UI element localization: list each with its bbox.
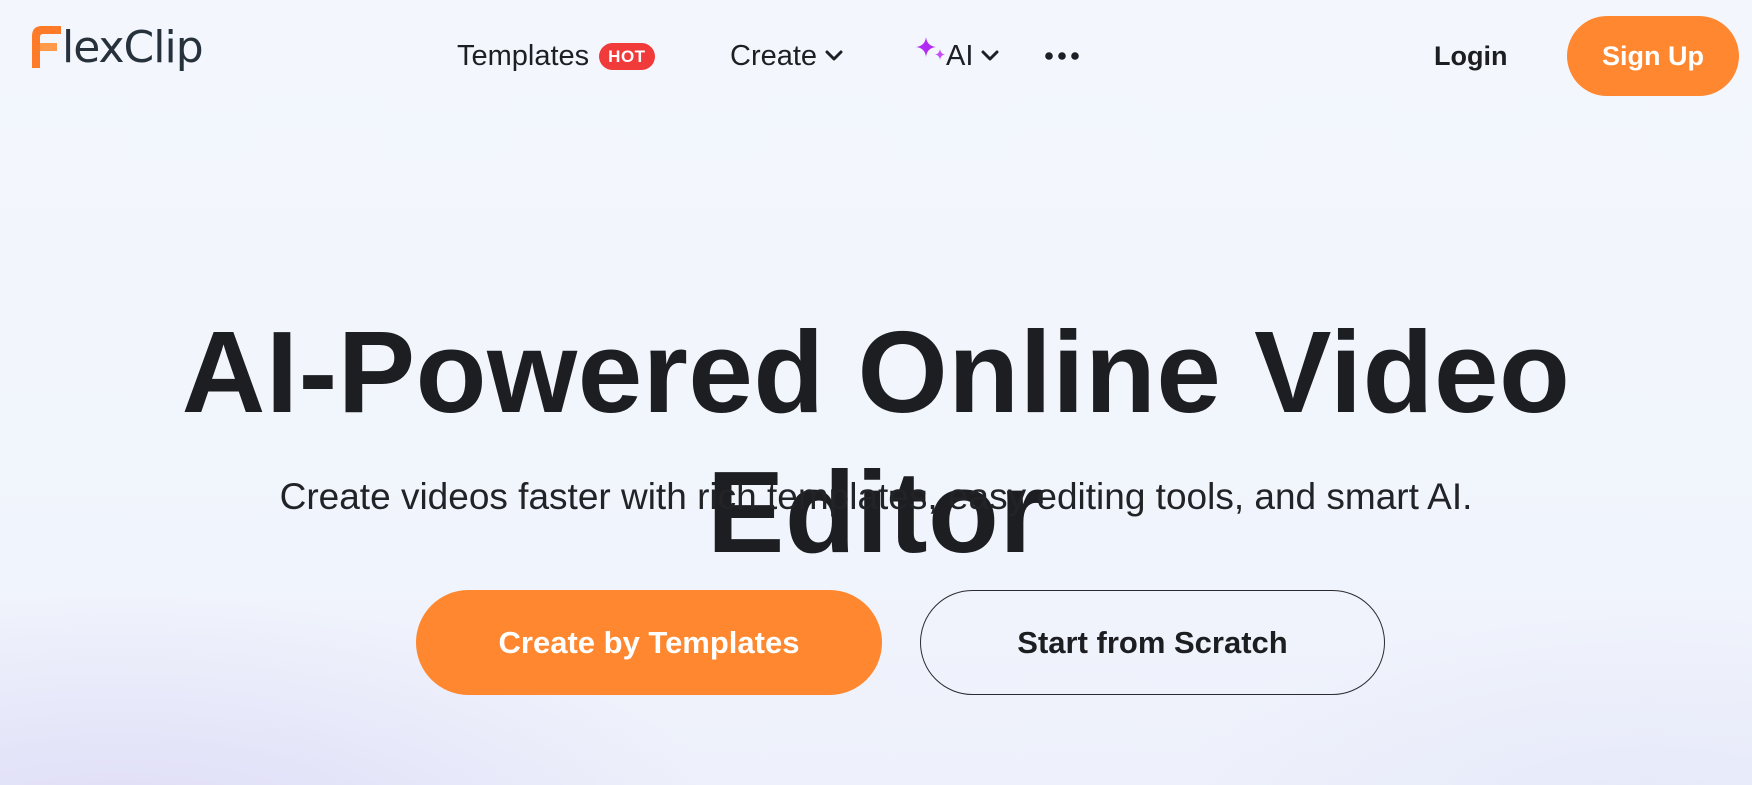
site-header: lexClip Templates HOT Create AI Login Si… bbox=[0, 0, 1752, 112]
nav-create-label: Create bbox=[730, 39, 818, 72]
flexclip-logo[interactable]: lexClip bbox=[28, 22, 204, 82]
nav-templates[interactable]: Templates HOT bbox=[457, 36, 655, 76]
nav-create[interactable]: Create bbox=[730, 36, 843, 76]
signup-button[interactable]: Sign Up bbox=[1567, 16, 1739, 96]
logo-wordmark: lexClip bbox=[62, 22, 204, 73]
start-from-scratch-button[interactable]: Start from Scratch bbox=[920, 590, 1385, 695]
hero-title: AI-Powered Online Video Editor bbox=[181, 307, 1571, 577]
ellipsis-icon bbox=[1045, 52, 1079, 60]
nav-ai-label: AI bbox=[946, 39, 974, 72]
hero-subtitle: Create videos faster with rich templates… bbox=[279, 476, 1473, 517]
hot-badge: HOT bbox=[599, 42, 655, 70]
ai-sparkle-icon bbox=[916, 37, 945, 60]
nav-more-button[interactable] bbox=[1044, 36, 1080, 76]
create-by-templates-button[interactable]: Create by Templates bbox=[416, 590, 882, 695]
chevron-down-icon bbox=[825, 50, 843, 61]
flexclip-logo-icon bbox=[32, 26, 61, 68]
login-link[interactable]: Login bbox=[1434, 34, 1507, 78]
nav-ai[interactable]: AI bbox=[914, 36, 999, 76]
chevron-down-icon bbox=[981, 50, 999, 61]
nav-templates-label: Templates bbox=[457, 39, 590, 72]
